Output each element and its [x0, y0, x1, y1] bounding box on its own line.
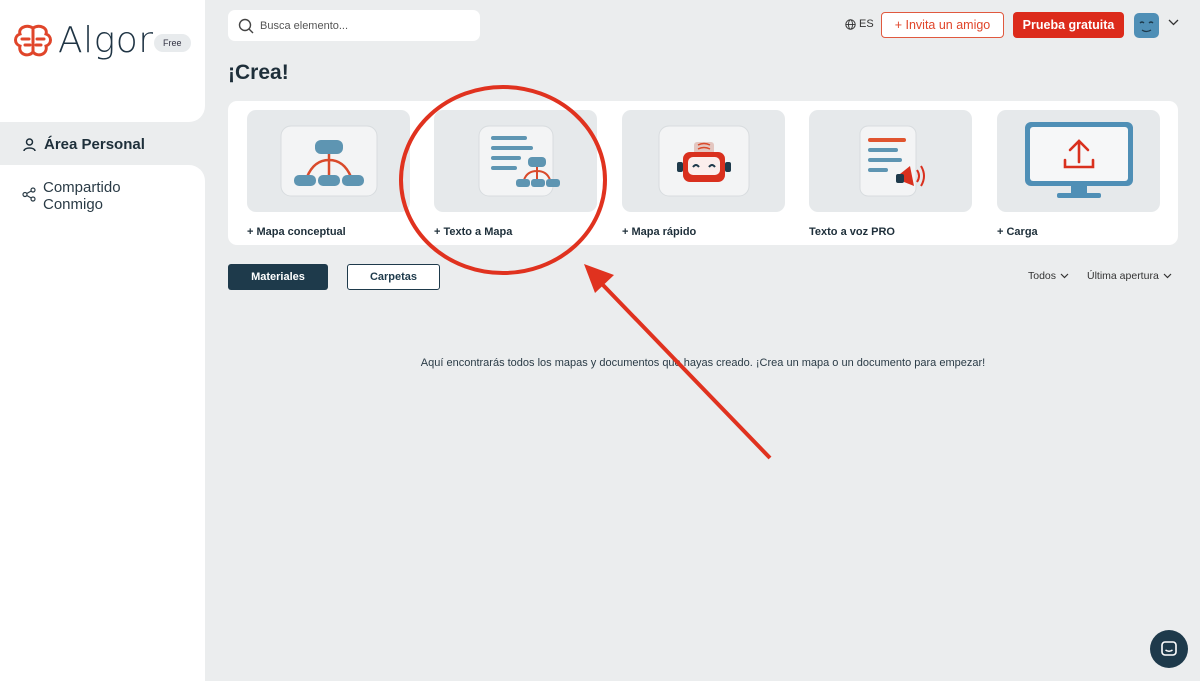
tab-carpetas[interactable]: Carpetas [347, 264, 440, 290]
sidebar-item-label: Compartido Conmigo [43, 179, 121, 213]
sort-dropdown[interactable]: Última apertura [1087, 270, 1172, 282]
logo[interactable]: Algor [14, 20, 154, 61]
free-trial-button[interactable]: Prueba gratuita [1013, 12, 1124, 38]
create-panel: + Mapa conceptual + Texto a Mapa + Mapa … [228, 101, 1178, 245]
card-label: + Carga [997, 226, 1038, 238]
globe-icon [845, 18, 856, 30]
type-filter-dropdown[interactable]: Todos [1028, 270, 1069, 282]
chevron-down-icon [1060, 273, 1069, 279]
brain-logo-icon [14, 24, 52, 56]
card-thumbnail [247, 110, 410, 212]
search-box[interactable] [228, 10, 480, 41]
card-label: + Mapa conceptual [247, 226, 346, 238]
card-thumbnail [997, 110, 1160, 212]
search-input[interactable] [260, 19, 460, 32]
card-thumbnail [622, 110, 785, 212]
language-code: ES [859, 18, 874, 30]
sidebar-header [0, 0, 205, 122]
type-filter-label: Todos [1028, 270, 1057, 282]
create-card-concept-map[interactable]: + Mapa conceptual [247, 110, 410, 238]
robot-icon [658, 125, 749, 197]
create-card-text-to-map[interactable]: + Texto a Mapa [434, 110, 597, 238]
text-to-map-icon [478, 125, 560, 197]
create-card-upload[interactable]: + Carga [997, 110, 1160, 238]
avatar-face-icon [1139, 21, 1154, 33]
concept-map-icon [280, 125, 377, 197]
card-label: Texto a voz PRO [809, 226, 895, 238]
chevron-down-icon[interactable] [1168, 19, 1179, 26]
upload-monitor-icon [1024, 122, 1133, 198]
card-thumbnail [809, 110, 972, 212]
card-label: + Texto a Mapa [434, 226, 513, 238]
app-name: Algor [58, 20, 154, 61]
create-card-text-to-speech[interactable]: Texto a voz PRO [809, 110, 972, 238]
chevron-down-icon [1163, 273, 1172, 279]
sort-label: Última apertura [1087, 270, 1159, 282]
user-icon [23, 137, 36, 151]
plan-badge: Free [154, 34, 191, 52]
chat-icon [1161, 641, 1177, 656]
card-label: + Mapa rápido [622, 226, 697, 238]
sidebar-item-area-personal[interactable]: Área Personal [10, 124, 205, 165]
sidebar-item-label: Área Personal [44, 136, 145, 153]
empty-state-message: Aquí encontrarás todos los mapas y docum… [420, 357, 986, 369]
language-selector[interactable]: ES [845, 18, 874, 30]
sidebar-item-compartido[interactable]: Compartido Conmigo [22, 179, 153, 213]
search-icon [238, 18, 254, 33]
chat-support-button[interactable] [1150, 630, 1188, 668]
card-thumbnail [434, 110, 597, 212]
sidebar-panel [0, 165, 205, 681]
annotation-arrow-line [600, 282, 772, 460]
text-to-speech-icon [859, 125, 925, 197]
avatar[interactable] [1134, 13, 1159, 38]
tab-materiales[interactable]: Materiales [228, 264, 328, 290]
share-icon [22, 187, 36, 202]
create-card-quick-map[interactable]: + Mapa rápido [622, 110, 785, 238]
annotation-arrow-head [584, 264, 614, 293]
invite-friend-button[interactable]: + Invita un amigo [881, 12, 1004, 38]
page-title: ¡Crea! [228, 61, 289, 84]
